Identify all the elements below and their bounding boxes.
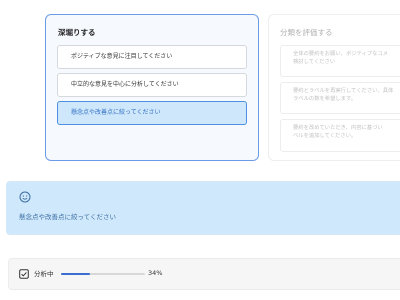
evaluate-option-1-line1: 全体の要約をお願い、ポジティブなコメ <box>293 51 389 57</box>
option-concerns-selected[interactable]: 懸念点や改善点に絞ってください <box>57 101 247 125</box>
banner-text: 懸念点や改善点に絞ってください <box>19 213 116 221</box>
evaluate-option-3-line1: 要約を改めていただき、内容に基づい <box>293 125 383 131</box>
evaluate-option-1[interactable]: 全体の要約をお願い、ポジティブなコメ 検討してください <box>280 45 400 77</box>
evaluate-option-2[interactable]: 要約とラベルを再実行してください、具体 ラベルの数を希望します。 <box>280 82 400 114</box>
progress-percent: 34% <box>148 269 163 277</box>
evaluate-option-3[interactable]: 要約を改めていただき、内容に基づい ベルを追加してください。 <box>280 119 400 152</box>
progress-track <box>61 273 145 275</box>
progress-label: 分析中 <box>34 270 54 278</box>
progress-fill <box>61 273 90 275</box>
deep-dive-card: 深堀りする ポジティブな意見に注目してください 中立的な意見を中心に分析してくだ… <box>45 14 259 161</box>
evaluate-card: 分類を評価する 全体の要約をお願い、ポジティブなコメ 検討してください 要約とラ… <box>268 14 400 161</box>
smiley-icon <box>19 191 31 203</box>
selected-prompt-banner: 懸念点や改善点に絞ってください <box>6 181 400 235</box>
evaluate-option-1-line2: 検討してください <box>293 59 336 65</box>
option-positive[interactable]: ポジティブな意見に注目してください <box>57 45 247 69</box>
evaluate-option-3-line2: ベルを追加してください。 <box>293 133 357 139</box>
deep-dive-title: 深堀りする <box>58 28 96 37</box>
option-neutral[interactable]: 中立的な意見を中心に分析してください <box>57 73 247 97</box>
evaluate-option-2-line2: ラベルの数を希望します。 <box>293 96 357 102</box>
analysis-progress: 分析中 34% <box>8 258 400 290</box>
evaluate-title: 分類を評価する <box>280 28 333 37</box>
analysis-icon <box>19 269 29 279</box>
evaluate-option-2-line1: 要約とラベルを再実行してください、具体 <box>293 88 394 94</box>
